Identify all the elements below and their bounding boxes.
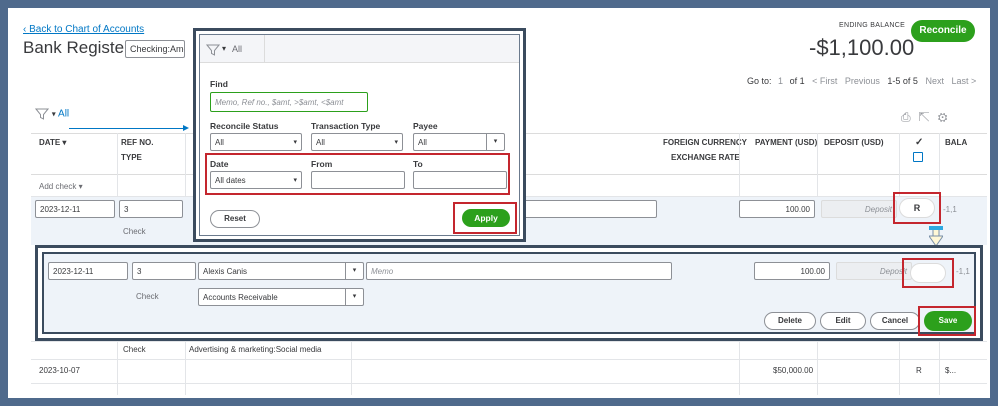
ending-balance-amount: -$1,100.00 — [809, 35, 915, 60]
edit-memo-field[interactable]: Memo — [366, 262, 672, 280]
row-divider — [31, 359, 987, 360]
page-title: Bank Register — [23, 38, 130, 57]
row-divider — [31, 341, 987, 342]
edit-ref-field[interactable]: 3 — [132, 262, 196, 280]
row3-account: Advertising & marketing:Social media — [189, 345, 322, 354]
edit-date-field[interactable]: 2023-12-11 — [48, 262, 128, 280]
chevron-down-icon: ▾ — [394, 139, 398, 146]
edit-balance: -1,1 — [956, 267, 970, 276]
copy-icon[interactable] — [913, 152, 923, 162]
row4-status: R — [916, 366, 922, 375]
export-icon[interactable]: ⇱ — [919, 110, 938, 124]
filter-toggle[interactable]: ▾ All — [34, 108, 69, 120]
annotation-arrow-line — [69, 128, 187, 129]
account-select[interactable]: Checking:Ame — [125, 40, 185, 58]
save-button[interactable]: Save — [924, 311, 972, 331]
annotation-arrow-head — [183, 125, 189, 131]
previous-page-link[interactable]: Previous — [845, 76, 880, 86]
column-foreign-currency: FOREIGN CURRENCY — [663, 138, 748, 147]
ending-balance-label: ENDING BALANCE — [839, 22, 906, 29]
transaction-type-select[interactable]: All ▾ — [311, 133, 403, 151]
find-label: Find — [210, 79, 228, 89]
edit-payment-field[interactable]: 100.00 — [754, 262, 830, 280]
print-icon[interactable]: ⎙ — [901, 110, 919, 124]
settings-gear-icon[interactable]: ⚙ — [938, 110, 956, 124]
chevron-down-icon[interactable]: ▾ — [486, 134, 504, 150]
chevron-down-icon[interactable]: ▾ — [345, 289, 363, 305]
bank-register-page: ‹ Back to Chart of Accounts Bank Registe… — [11, 11, 987, 395]
filter-popup-header[interactable]: ▾ All — [200, 35, 519, 63]
filter-funnel-icon — [34, 108, 50, 120]
filter-funnel-icon — [206, 44, 220, 56]
pagination: Go to: 1 of 1 < First Previous 1-5 of 5 … — [747, 76, 977, 86]
edit-button[interactable]: Edit — [820, 312, 866, 330]
row1-ref-field[interactable]: 3 — [119, 200, 183, 218]
edit-deposit-field[interactable]: Deposit — [836, 262, 912, 280]
chevron-down-icon: ▾ — [293, 177, 297, 184]
last-page-link[interactable]: Last > — [951, 76, 976, 86]
row1-balance: -1,1 — [943, 205, 957, 214]
row3-type: Check — [123, 345, 146, 354]
row1-reconcile-status-pill[interactable]: R — [899, 198, 935, 218]
delete-button[interactable]: Delete — [764, 312, 816, 330]
find-input[interactable]: Memo, Ref no., $amt, >$amt, <$amt — [210, 92, 368, 112]
filter-caret-icon: ▾ — [222, 44, 227, 53]
column-ref-no: REF NO. — [121, 138, 154, 147]
edit-row: 2023-12-11 3 Alexis Canis ▾ Memo 100.00 D… — [42, 252, 976, 336]
payee-label: Payee — [413, 121, 438, 131]
row1-date-field[interactable]: 2023-12-11 — [35, 200, 115, 218]
edit-reconcile-status-pill[interactable] — [910, 263, 946, 283]
row4-balance: $... — [945, 366, 957, 375]
column-payment: PAYMENT (USD) — [755, 138, 818, 147]
register-toolbar: ⎙⇱⚙ — [901, 110, 955, 125]
transaction-type-label: Transaction Type — [311, 121, 381, 131]
cancel-button[interactable]: Cancel — [870, 312, 920, 330]
reconcile-status-select[interactable]: All ▾ — [210, 133, 302, 151]
column-deposit: DEPOSIT (USD) — [824, 138, 884, 147]
row-divider — [31, 383, 987, 384]
from-label: From — [311, 159, 333, 169]
apply-button[interactable]: Apply — [462, 209, 510, 227]
page-range: 1-5 of 5 — [887, 76, 918, 86]
date-label: Date — [210, 159, 229, 169]
to-label: To — [413, 159, 423, 169]
date-range-select[interactable]: All dates ▾ — [210, 171, 302, 189]
payee-select[interactable]: All ▾ — [413, 133, 505, 151]
filter-popup-highlight: ▾ All Find Memo, Ref no., $amt, >$amt, <… — [193, 28, 526, 242]
edit-type: Check — [136, 292, 159, 301]
divider — [264, 35, 265, 63]
page-border: ‹ Back to Chart of Accounts Bank Registe… — [8, 8, 990, 398]
row1-payment-field[interactable]: 100.00 — [739, 200, 815, 218]
filter-popup: ▾ All Find Memo, Ref no., $amt, >$amt, <… — [199, 34, 520, 236]
chevron-down-icon[interactable]: ▾ — [345, 263, 363, 279]
column-reconcile-check: ✓ — [915, 137, 924, 148]
filter-caret-icon: ▾ — [51, 109, 56, 119]
row1-memo-field[interactable] — [517, 200, 657, 218]
edit-row-highlight: 2023-12-11 3 Alexis Canis ▾ Memo 100.00 D… — [35, 245, 983, 341]
row4-date: 2023-10-07 — [39, 366, 80, 375]
back-to-chart-of-accounts-link[interactable]: ‹ Back to Chart of Accounts — [23, 24, 144, 35]
row4-payment: $50,000.00 — [773, 366, 814, 375]
to-date-input[interactable] — [413, 171, 507, 189]
chevron-down-icon: ▾ — [293, 139, 297, 146]
first-page-link[interactable]: < First — [812, 76, 837, 86]
row1-type: Check — [123, 227, 146, 236]
column-exchange-rate: EXCHANGE RATE — [671, 153, 740, 162]
add-check-dropdown[interactable]: Add check ▾ — [39, 182, 83, 191]
row1-deposit-field[interactable]: Deposit — [821, 200, 897, 218]
column-type: TYPE — [121, 153, 142, 162]
reconcile-button[interactable]: Reconcile — [911, 20, 975, 42]
screenshot-frame: ‹ Back to Chart of Accounts Bank Registe… — [0, 0, 998, 406]
from-date-input[interactable] — [311, 171, 405, 189]
reconcile-status-label: Reconcile Status — [210, 121, 279, 131]
page-number-input[interactable]: 1 — [778, 76, 783, 86]
column-balance: BALA — [945, 138, 968, 147]
reset-button[interactable]: Reset — [210, 210, 260, 228]
next-page-link[interactable]: Next — [925, 76, 944, 86]
column-date[interactable]: DATE ▾ — [39, 138, 66, 147]
edit-account-select[interactable]: Accounts Receivable ▾ — [198, 288, 364, 306]
edit-payee-select[interactable]: Alexis Canis ▾ — [198, 262, 364, 280]
annotation-down-arrow-icon — [929, 226, 943, 246]
